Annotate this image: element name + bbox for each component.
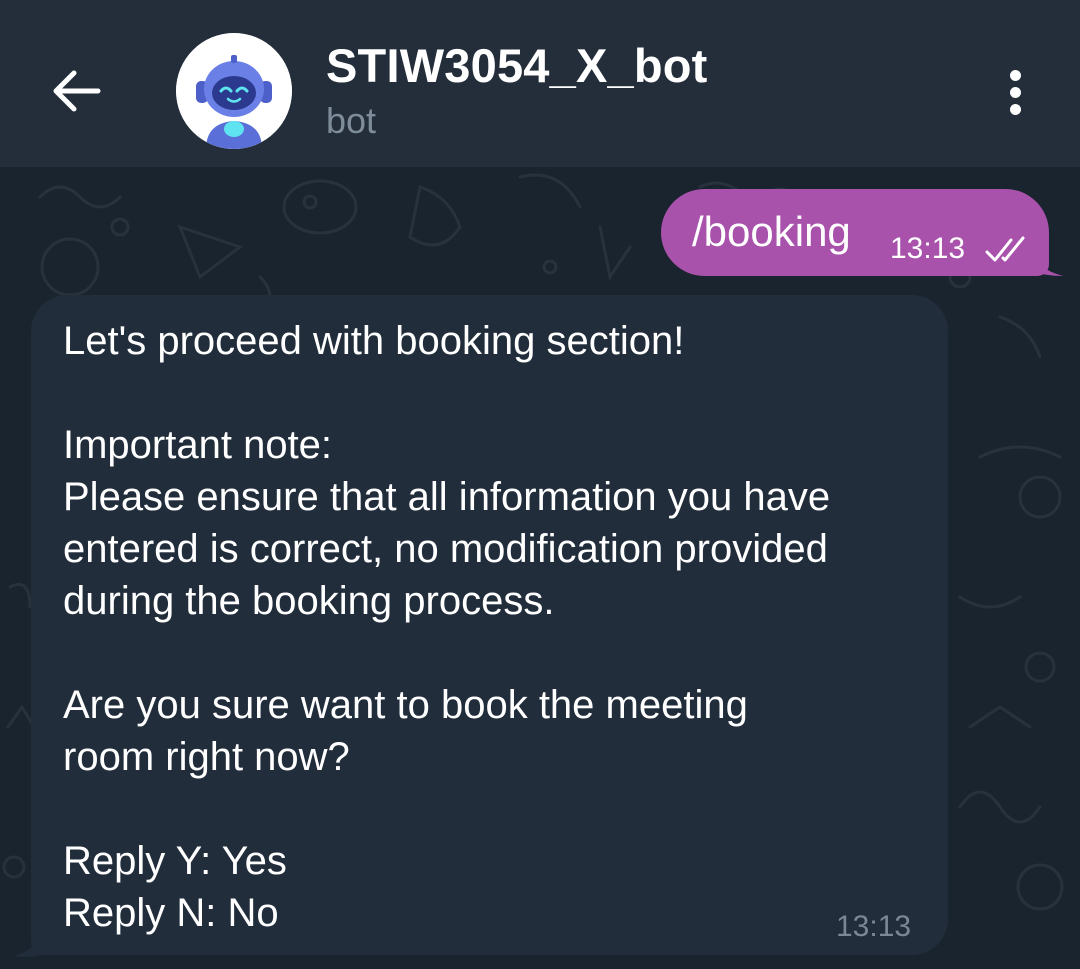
incoming-message-time: 13:13 bbox=[836, 910, 912, 943]
incoming-message-text: Let's proceed with booking section! Impo… bbox=[63, 315, 933, 939]
arrow-left-icon bbox=[53, 70, 101, 112]
message-line: Important note: bbox=[63, 423, 333, 467]
message-line: entered is correct, no modification prov… bbox=[63, 527, 828, 571]
more-options-button[interactable] bbox=[990, 62, 1040, 122]
outgoing-message-time: 13:13 bbox=[890, 232, 966, 265]
outgoing-bubble-tail bbox=[1030, 246, 1064, 276]
bot-avatar[interactable] bbox=[176, 33, 292, 149]
message-line: Let's proceed with booking section! bbox=[63, 319, 685, 363]
chat-subtitle: bot bbox=[326, 100, 377, 141]
message-line: Are you sure want to book the meeting bbox=[63, 683, 748, 727]
incoming-bubble-tail bbox=[14, 918, 48, 957]
chat-title[interactable]: STIW3054_X_bot bbox=[326, 38, 708, 93]
more-vertical-icon-dot bbox=[1009, 86, 1021, 98]
more-vertical-icon bbox=[1009, 69, 1021, 81]
robot-avatar-icon bbox=[176, 33, 292, 149]
message-line: Please ensure that all information you h… bbox=[63, 475, 831, 519]
chat-header: STIW3054_X_bot bot bbox=[0, 0, 1080, 167]
message-line: room right now? bbox=[63, 735, 350, 779]
message-line: Reply N: No bbox=[63, 891, 279, 935]
more-vertical-icon-dot bbox=[1009, 103, 1021, 115]
message-line: Reply Y: Yes bbox=[63, 839, 287, 883]
back-button[interactable] bbox=[40, 55, 112, 127]
outgoing-message-text: /booking bbox=[692, 208, 851, 255]
message-line: during the booking process. bbox=[63, 579, 555, 623]
double-check-icon bbox=[985, 236, 1025, 262]
